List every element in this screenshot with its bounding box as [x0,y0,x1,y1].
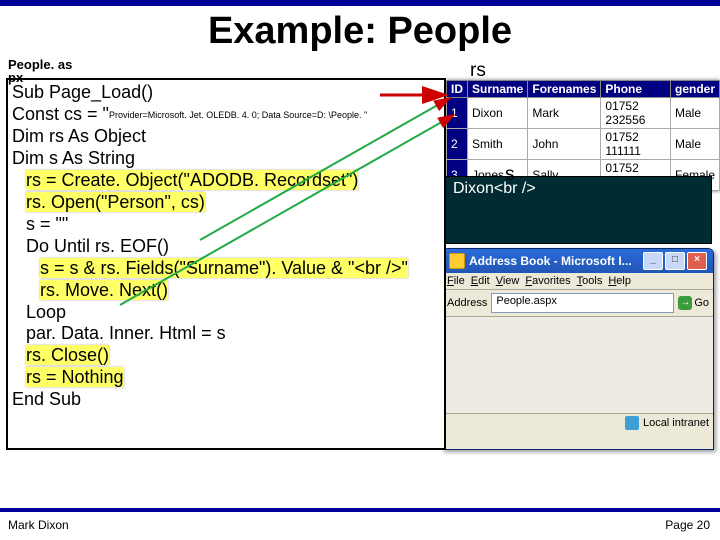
code-line: End Sub [12,389,440,411]
code-listing: Sub Page_Load() Const cs = "Provider=Mic… [6,78,446,450]
browser-window: Address Book - Microsoft I... _ □ × File… [442,248,714,450]
browser-title: Address Book - Microsoft I... [469,254,632,268]
code-line: par. Data. Inner. Html = s [12,323,440,345]
address-label: Address [447,297,487,309]
code-line: rs. Open("Person", cs) [12,192,440,214]
menu-item[interactable]: Favorites [525,275,570,287]
table-row: 2SmithJohn01752 111111Male [447,129,720,160]
code-line: Loop [12,302,440,324]
code-line: rs. Close() [12,345,440,367]
code-line: Const cs = "Provider=Microsoft. Jet. OLE… [12,104,440,126]
code-line: Do Until rs. EOF() [12,236,440,258]
go-icon: → [678,296,692,310]
zone-icon [625,416,639,430]
menu-item[interactable]: Edit [471,275,490,287]
s-variable-box: s Dixon<br /> [444,176,712,244]
browser-menubar: File Edit View Favorites Tools Help [443,273,713,290]
code-line: Dim s As String [12,148,440,170]
code-line: Sub Page_Load() [12,82,440,104]
browser-address-bar: Address People.aspx → Go [443,290,713,317]
address-input[interactable]: People.aspx [491,293,674,313]
file-label: People. as px [8,58,88,84]
browser-titlebar: Address Book - Microsoft I... _ □ × [443,249,713,273]
close-button[interactable]: × [687,252,707,270]
code-line: Dim rs As Object [12,126,440,148]
recordset-table: ID Surname Forenames Phone gender 1Dixon… [446,80,720,191]
rs-label: rs [470,60,486,82]
code-line: rs = Nothing [12,367,440,389]
minimize-button[interactable]: _ [643,252,663,270]
browser-viewport [443,317,713,414]
slide-bottom-rule [0,508,720,512]
maximize-button[interactable]: □ [665,252,685,270]
footer-page: Page 20 [665,518,710,532]
table-header-row: ID Surname Forenames Phone gender [447,81,720,98]
s-content: Dixon<br /> [453,180,703,198]
code-line: s = s & rs. Fields("Surname"). Value & "… [12,258,440,280]
slide-top-rule [0,0,720,6]
address-book-icon [449,253,465,269]
slide-title: Example: People [0,10,720,53]
footer-author: Mark Dixon [8,518,69,532]
menu-item[interactable]: Tools [577,275,603,287]
code-line: s = "" [12,214,440,236]
table-row: 1DixonMark01752 232556Male [447,98,720,129]
browser-statusbar: Local intranet [443,414,713,432]
go-button[interactable]: → Go [678,296,709,310]
code-line: rs. Move. Next() [12,280,440,302]
s-label: s [505,164,515,186]
zone-label: Local intranet [643,417,709,429]
menu-item[interactable]: View [496,275,520,287]
menu-item[interactable]: Help [608,275,631,287]
code-line: rs = Create. Object("ADODB. Recordset") [12,170,440,192]
menu-item[interactable]: File [447,275,465,287]
